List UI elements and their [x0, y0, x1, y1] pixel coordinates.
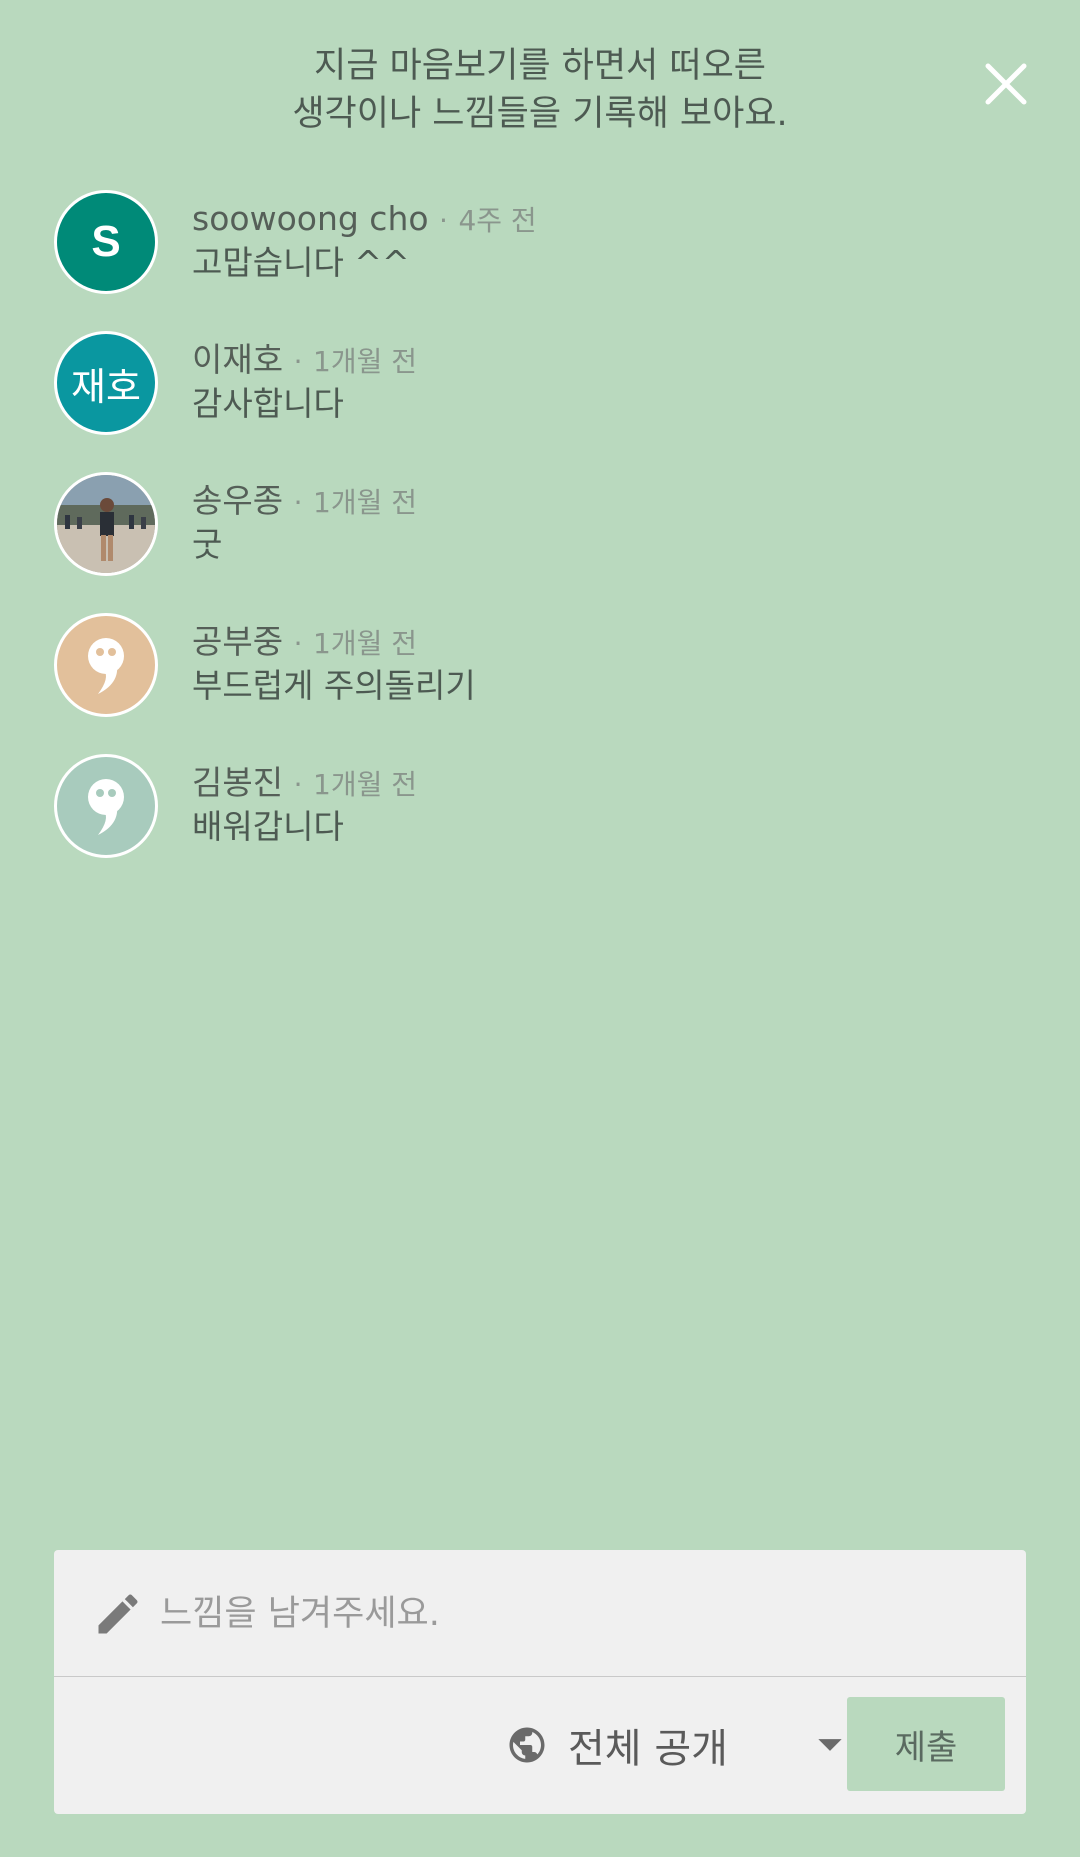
composer-actions: 전체 공개 제출: [54, 1677, 1026, 1814]
visibility-label: 전체 공개: [568, 1726, 728, 1772]
comment-text: 굿: [192, 525, 223, 564]
pencil-icon: [98, 1594, 138, 1634]
avatar[interactable]: [54, 472, 158, 576]
comment-text: 고맙습니다 ^^: [192, 243, 410, 282]
comment-meta: soowoong cho · 4주 전: [192, 198, 537, 242]
comment-author[interactable]: 송우종: [192, 481, 283, 520]
visibility-dropdown[interactable]: 전체 공개: [454, 1701, 844, 1789]
submit-button[interactable]: 제출: [847, 1697, 1005, 1791]
meta-separator: ·: [293, 345, 303, 378]
page-title: 지금 마음보기를 하면서 떠오른 생각이나 느낌들을 기록해 보아요.: [150, 42, 930, 138]
comment-item: 재호 이재호 · 1개월 전 감사합니다: [54, 331, 1014, 437]
avatar[interactable]: S: [54, 190, 158, 294]
avatar-initial: S: [91, 217, 121, 266]
comment-time: 1개월 전: [313, 627, 417, 660]
comment-time: 4주 전: [458, 204, 537, 237]
comment-author[interactable]: 김봉진: [192, 763, 283, 802]
comment-item: S soowoong cho · 4주 전 고맙습니다 ^^: [54, 190, 1014, 296]
comment-text: 부드럽게 주의돌리기: [192, 666, 476, 705]
close-button[interactable]: [980, 58, 1032, 110]
avatar-photo: [57, 475, 155, 573]
feeling-input[interactable]: [158, 1580, 982, 1648]
quote-mark-icon: [88, 638, 124, 694]
avatar[interactable]: 재호: [54, 331, 158, 435]
comment-item: 김봉진 · 1개월 전 배워갑니다: [54, 754, 1014, 860]
comment-time: 1개월 전: [313, 345, 417, 378]
comment-time: 1개월 전: [313, 486, 417, 519]
avatar[interactable]: [54, 613, 158, 717]
comment-text: 배워갑니다: [192, 807, 344, 846]
meta-separator: ·: [293, 486, 303, 519]
header: 지금 마음보기를 하면서 떠오른 생각이나 느낌들을 기록해 보아요.: [0, 0, 1080, 150]
comment-meta: 이재호 · 1개월 전: [192, 339, 417, 383]
meta-separator: ·: [293, 627, 303, 660]
comment-text: 감사합니다: [192, 384, 344, 423]
meta-separator: ·: [439, 204, 448, 237]
comment-meta: 송우종 · 1개월 전: [192, 480, 417, 524]
globe-icon: [509, 1727, 545, 1763]
title-line-2: 생각이나 느낌들을 기록해 보아요.: [292, 94, 788, 134]
comment-meta: 공부중 · 1개월 전: [192, 621, 417, 665]
comment-item: 공부중 · 1개월 전 부드럽게 주의돌리기: [54, 613, 1014, 719]
comment-author[interactable]: 이재호: [192, 340, 283, 379]
quote-mark-icon: [88, 779, 124, 835]
title-line-1: 지금 마음보기를 하면서 떠오른: [314, 46, 766, 86]
comment-time: 1개월 전: [313, 768, 417, 801]
meta-separator: ·: [293, 768, 303, 801]
comment-author[interactable]: 공부중: [192, 622, 283, 661]
comment-composer: 전체 공개 제출: [54, 1550, 1026, 1814]
close-icon: [985, 63, 1027, 105]
avatar-initial: 재호: [71, 364, 141, 409]
avatar[interactable]: [54, 754, 158, 858]
chevron-down-icon: [818, 1739, 842, 1751]
comment-item: 송우종 · 1개월 전 굿: [54, 472, 1014, 578]
comment-author[interactable]: soowoong cho: [192, 199, 429, 238]
input-row: [54, 1550, 1026, 1677]
comment-meta: 김봉진 · 1개월 전: [192, 762, 417, 806]
